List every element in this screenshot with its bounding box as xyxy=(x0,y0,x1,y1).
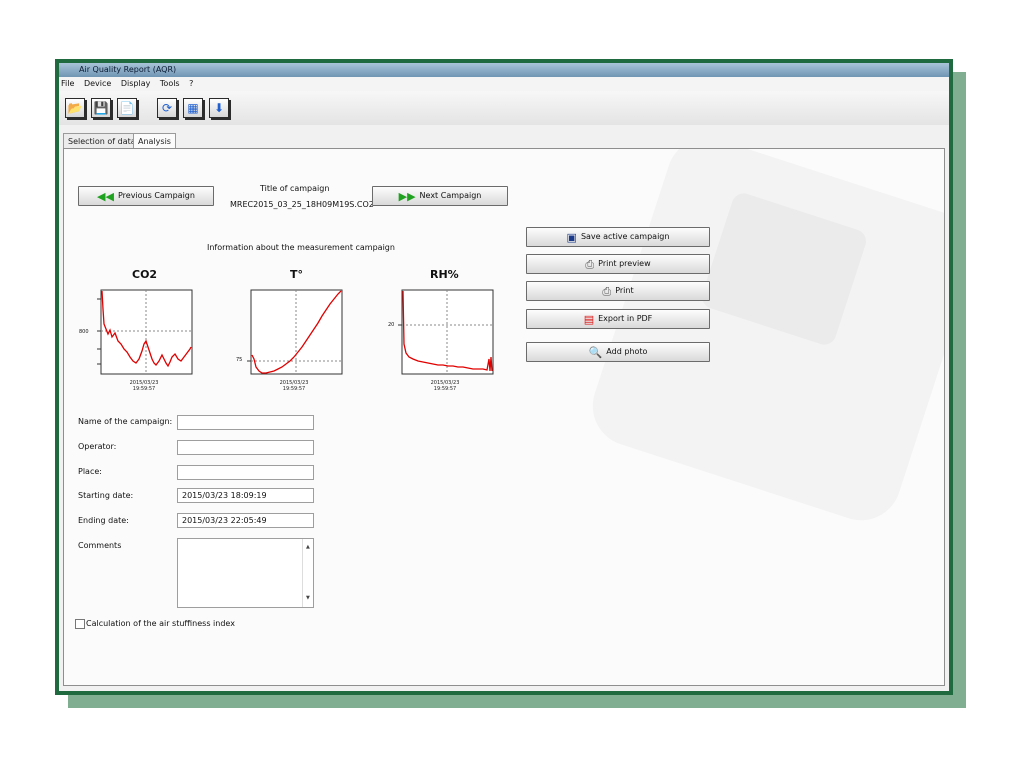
title-of-campaign-caption: Title of campaign xyxy=(260,184,330,193)
ending-date-field[interactable]: 2015/03/23 22:05:49 xyxy=(177,513,314,528)
pdf-icon: ▤ xyxy=(583,312,595,326)
campaign-info-heading: Information about the measurement campai… xyxy=(207,243,395,252)
starting-date-label: Starting date: xyxy=(78,491,134,500)
campaign-title-value: MREC2015_03_25_18H09M19S.CO2 xyxy=(230,200,374,209)
co2-chart-title: CO2 xyxy=(132,268,158,281)
air-stuffiness-checkbox[interactable] xyxy=(75,619,85,629)
temperature-xtick: 2015/03/23 19:59:57 xyxy=(274,380,314,392)
open-folder-icon[interactable]: 📂 xyxy=(65,98,85,118)
double-left-arrow-icon: ◀◀ xyxy=(97,189,114,203)
temperature-xtick-time: 19:59:57 xyxy=(282,386,306,392)
scroll-up-icon[interactable]: ▲ xyxy=(306,541,310,554)
add-photo-label: Add photo xyxy=(606,347,648,356)
print-preview-icon: ⎙ xyxy=(585,257,595,271)
toolbar: 📂 💾 📄 ⟳ ▦ ⬇ xyxy=(59,91,949,125)
place-field[interactable] xyxy=(177,465,314,480)
refresh-icon[interactable]: ⟳ xyxy=(157,98,177,118)
next-campaign-button[interactable]: ▶▶ Next Campaign xyxy=(372,186,508,206)
co2-plot xyxy=(97,289,193,375)
magnifier-icon: 🔍 xyxy=(588,345,603,359)
scroll-down-icon[interactable]: ▼ xyxy=(306,592,310,605)
print-preview-button[interactable]: ⎙ Print preview xyxy=(526,254,710,274)
operator-field[interactable] xyxy=(177,440,314,455)
place-label: Place: xyxy=(78,467,102,476)
rh-xtick-time: 19:59:57 xyxy=(433,386,457,392)
ending-date-label: Ending date: xyxy=(78,516,129,525)
menu-display[interactable]: Display xyxy=(121,79,151,88)
campaign-name-label: Name of the campaign: xyxy=(78,417,173,426)
operator-label: Operator: xyxy=(78,442,117,451)
co2-ytick: 800 xyxy=(79,329,89,335)
save-active-campaign-label: Save active campaign xyxy=(580,232,670,241)
calendar-icon[interactable]: ▦ xyxy=(183,98,203,118)
menu-device[interactable]: Device xyxy=(84,79,111,88)
tab-selection-of-data[interactable]: Selection of data xyxy=(63,133,141,149)
menu-bar: File Device Display Tools ? xyxy=(59,77,949,91)
analysis-panel: ◀◀ Previous Campaign Title of campaign M… xyxy=(63,148,945,686)
save-active-campaign-button[interactable]: ▣ Save active campaign xyxy=(526,227,710,247)
co2-xtick-time: 19:59:57 xyxy=(132,386,156,392)
rh-chart-title: RH% xyxy=(430,268,459,281)
menu-help[interactable]: ? xyxy=(189,79,193,88)
temperature-ytick: 75 xyxy=(236,357,243,363)
previous-campaign-label: Previous Campaign xyxy=(117,191,195,200)
co2-xtick: 2015/03/23 19:59:57 xyxy=(124,380,164,392)
comments-label: Comments xyxy=(78,541,122,550)
starting-date-field[interactable]: 2015/03/23 18:09:19 xyxy=(177,488,314,503)
print-button[interactable]: ⎙ Print xyxy=(526,281,710,301)
temperature-plot xyxy=(247,289,343,375)
campaign-name-field[interactable] xyxy=(177,415,314,430)
add-photo-button[interactable]: 🔍 Add photo xyxy=(526,342,710,362)
double-right-arrow-icon: ▶▶ xyxy=(398,189,416,203)
save-icon: ▣ xyxy=(566,230,577,244)
next-campaign-label: Next Campaign xyxy=(419,191,482,200)
comments-scrollbar[interactable]: ▲ ▼ xyxy=(302,539,313,607)
rh-xtick: 2015/03/23 19:59:57 xyxy=(425,380,465,392)
printer-icon: ⎙ xyxy=(602,284,612,298)
air-stuffiness-label: Calculation of the air stuffiness index xyxy=(86,619,235,628)
menu-file[interactable]: File xyxy=(61,79,74,88)
export-pdf-label: Export in PDF xyxy=(598,314,653,323)
window-title: Air Quality Report (AQR) xyxy=(59,63,949,77)
rh-plot xyxy=(398,289,494,375)
document-icon[interactable]: 📄 xyxy=(117,98,137,118)
export-pdf-button[interactable]: ▤ Export in PDF xyxy=(526,309,710,329)
menu-tools[interactable]: Tools xyxy=(160,79,180,88)
print-preview-label: Print preview xyxy=(598,259,651,268)
temperature-chart-title: T° xyxy=(290,268,304,281)
download-icon[interactable]: ⬇ xyxy=(209,98,229,118)
comments-textarea[interactable]: ▲ ▼ xyxy=(177,538,314,608)
print-label: Print xyxy=(615,286,634,295)
app-window: Air Quality Report (AQR) File Device Dis… xyxy=(59,63,949,691)
previous-campaign-button[interactable]: ◀◀ Previous Campaign xyxy=(78,186,214,206)
rh-ytick: 20 xyxy=(388,322,395,328)
save-icon[interactable]: 💾 xyxy=(91,98,111,118)
